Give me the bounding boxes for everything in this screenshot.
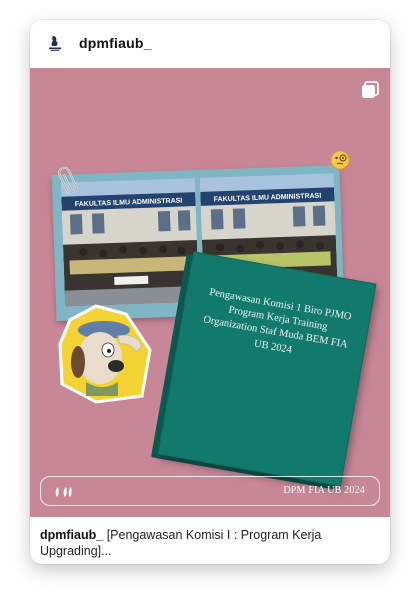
audio-waveform-icon [55,487,72,497]
book-cover: Pengawasan Komisi 1 Biro PJMO Program Ke… [157,251,377,487]
dpm-logo-icon [44,32,66,54]
post-username[interactable]: dpmfiaub_ [79,35,152,51]
caption-username[interactable]: dpmfiaub_ [40,528,103,542]
post-card: dpmfiaub_ FAKULTAS ILMU ADMINISTRASI FAK… [30,20,390,564]
post-caption[interactable]: dpmfiaub_ [Pengawasan Komisi I : Program… [40,527,380,559]
multiple-images-icon [362,81,379,98]
book-title: Pengawasan Komisi 1 Biro PJMO Program Ke… [202,286,353,356]
group-photo-left: FAKULTAS ILMU ADMINISTRASI [60,178,200,307]
media-footer-text: DPM FIA UB 2024 [283,485,365,496]
post-header: dpmfiaub_ [30,20,390,68]
post-media[interactable]: FAKULTAS ILMU ADMINISTRASI FAKULTAS ILMU… [30,68,390,517]
avatar[interactable] [42,30,68,56]
media-footer-bar: DPM FIA UB 2024 [40,476,380,506]
green-book: Pengawasan Komisi 1 Biro PJMO Program Ke… [150,251,377,490]
cartoon-dog-sticker [58,304,152,404]
monocle-face-icon [330,150,350,170]
